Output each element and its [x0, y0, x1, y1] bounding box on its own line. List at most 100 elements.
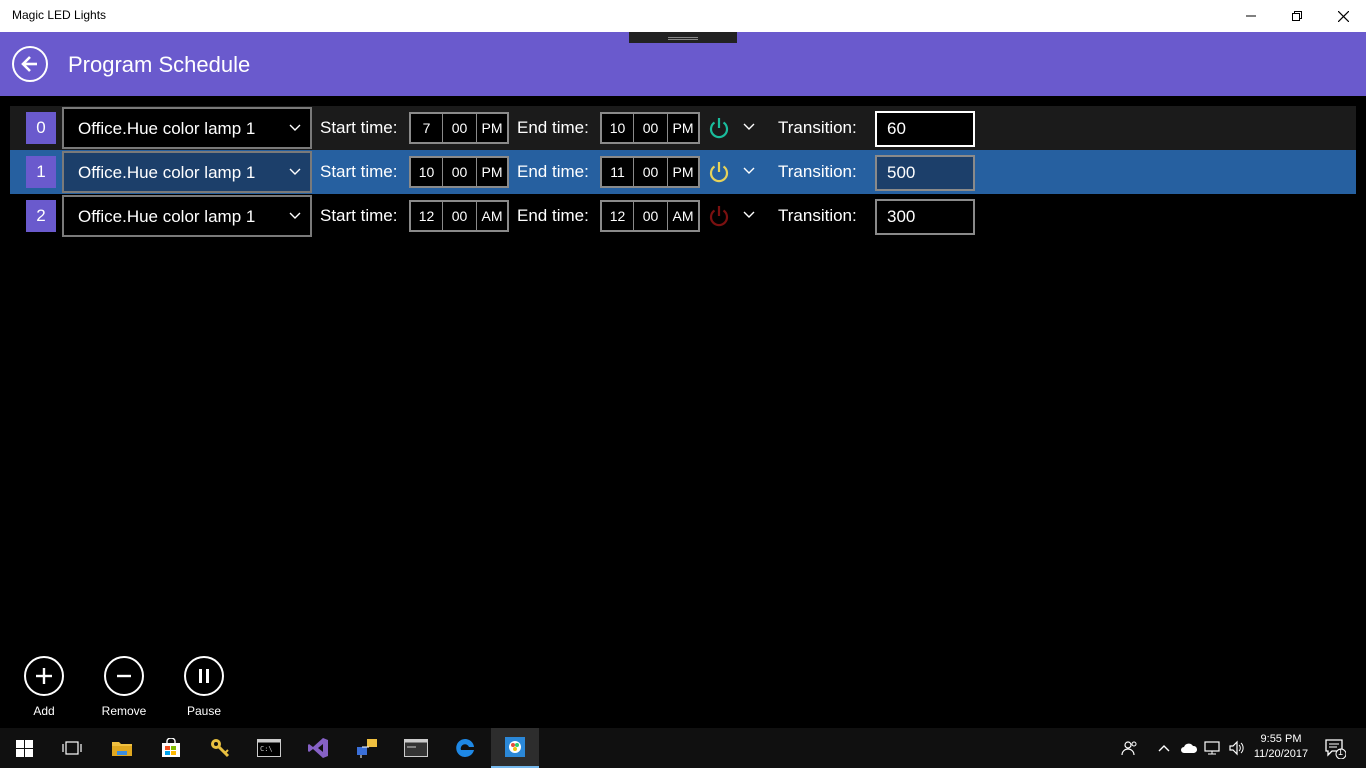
- transition-input[interactable]: [875, 111, 975, 147]
- led-app-icon: [505, 737, 525, 757]
- chevron-down-icon: [289, 168, 301, 175]
- transition-label: Transition:: [778, 162, 857, 181]
- action-center-button[interactable]: 1: [1320, 728, 1350, 768]
- window-app-icon: [404, 739, 428, 757]
- grip-lines-icon: [668, 37, 698, 38]
- add-button[interactable]: Add: [4, 656, 84, 718]
- start-hour[interactable]: 12: [411, 202, 443, 230]
- power-chevron-down-icon[interactable]: [742, 164, 756, 178]
- plus-icon: [36, 668, 52, 684]
- tablet-drag-handle[interactable]: [629, 32, 737, 43]
- start-time-label: Start time:: [320, 162, 398, 181]
- start-button[interactable]: [0, 728, 48, 768]
- taskbar-network-app[interactable]: [343, 728, 391, 768]
- schedule-row[interactable]: 1 Office.Hue color lamp 1 Start time: 10…: [10, 150, 1356, 194]
- taskbar-edge-browser[interactable]: [441, 728, 489, 768]
- end-minute[interactable]: 00: [634, 114, 668, 142]
- schedule-row[interactable]: 2 Office.Hue color lamp 1 Start time: 12…: [10, 194, 1356, 238]
- end-period[interactable]: PM: [668, 158, 698, 186]
- notification-count: 1: [1338, 747, 1344, 757]
- end-time-picker[interactable]: 10 00 PM: [600, 112, 700, 144]
- end-time-label: End time:: [517, 118, 589, 137]
- network-icon: [1204, 741, 1220, 755]
- end-hour[interactable]: 10: [602, 114, 634, 142]
- pause-button[interactable]: Pause: [164, 656, 244, 718]
- taskbar-command-prompt[interactable]: C:\: [245, 728, 293, 768]
- pause-label: Pause: [186, 704, 222, 718]
- tray-show-hidden-icons[interactable]: [1154, 728, 1174, 768]
- windows-logo-icon: [15, 739, 33, 757]
- start-period[interactable]: PM: [477, 158, 507, 186]
- chevron-up-icon: [1158, 745, 1170, 752]
- restore-button[interactable]: [1274, 0, 1320, 32]
- taskbar-visual-studio[interactable]: [294, 728, 342, 768]
- back-button[interactable]: [12, 46, 48, 82]
- start-minute[interactable]: 00: [443, 158, 477, 186]
- taskbar: C:\ 9:55 PM 11/20/2017 1: [0, 728, 1366, 768]
- people-icon: [1121, 741, 1137, 756]
- transition-label: Transition:: [778, 206, 857, 225]
- start-period[interactable]: AM: [477, 202, 507, 230]
- tray-network[interactable]: [1202, 728, 1224, 768]
- taskbar-console-window[interactable]: [392, 728, 440, 768]
- schedule-row[interactable]: 0 Office.Hue color lamp 1 Start time: 7 …: [10, 106, 1356, 150]
- start-time-picker[interactable]: 10 00 PM: [409, 156, 509, 188]
- task-view-icon: [62, 741, 82, 755]
- device-dropdown[interactable]: Office.Hue color lamp 1: [62, 195, 312, 237]
- start-time-picker[interactable]: 12 00 AM: [409, 200, 509, 232]
- minimize-button[interactable]: [1228, 0, 1274, 32]
- page-title: Program Schedule: [68, 52, 251, 77]
- transition-label: Transition:: [778, 118, 857, 137]
- power-chevron-down-icon[interactable]: [742, 120, 756, 134]
- end-time-label: End time:: [517, 206, 589, 225]
- store-bag-icon: [162, 738, 180, 757]
- end-time-picker[interactable]: 12 00 AM: [600, 200, 700, 232]
- network-computers-icon: [357, 739, 377, 758]
- end-minute[interactable]: 00: [634, 158, 668, 186]
- end-hour[interactable]: 11: [602, 158, 634, 186]
- transition-input[interactable]: [875, 155, 975, 191]
- taskbar-magic-led-lights[interactable]: [491, 728, 539, 768]
- end-minute[interactable]: 00: [634, 202, 668, 230]
- taskbar-file-explorer[interactable]: [98, 728, 146, 768]
- device-dropdown[interactable]: Office.Hue color lamp 1: [62, 151, 312, 193]
- start-minute[interactable]: 00: [443, 114, 477, 142]
- visual-studio-icon: [308, 738, 328, 758]
- power-chevron-down-icon[interactable]: [742, 208, 756, 222]
- start-time-picker[interactable]: 7 00 PM: [409, 112, 509, 144]
- start-hour[interactable]: 10: [411, 158, 443, 186]
- device-dropdown[interactable]: Office.Hue color lamp 1: [62, 107, 312, 149]
- taskbar-keys-app[interactable]: [196, 728, 244, 768]
- chevron-down-icon: [289, 212, 301, 219]
- edge-icon: [456, 738, 474, 757]
- restore-icon: [1292, 11, 1302, 21]
- end-hour[interactable]: 12: [602, 202, 634, 230]
- start-minute[interactable]: 00: [443, 202, 477, 230]
- tray-onedrive[interactable]: [1178, 728, 1200, 768]
- power-icon[interactable]: [707, 160, 731, 184]
- end-time-picker[interactable]: 11 00 PM: [600, 156, 700, 188]
- remove-button[interactable]: Remove: [84, 656, 164, 718]
- task-view-button[interactable]: [48, 728, 96, 768]
- end-period[interactable]: AM: [668, 202, 698, 230]
- power-icon[interactable]: [707, 116, 731, 140]
- start-hour[interactable]: 7: [411, 114, 443, 142]
- folder-icon: [112, 742, 132, 756]
- close-button[interactable]: [1320, 0, 1366, 32]
- row-index: 2: [26, 200, 56, 232]
- row-index: 0: [26, 112, 56, 144]
- minimize-icon: [1246, 15, 1256, 17]
- taskbar-store[interactable]: [147, 728, 195, 768]
- start-time-label: Start time:: [320, 206, 398, 225]
- power-icon[interactable]: [707, 204, 731, 228]
- start-period[interactable]: PM: [477, 114, 507, 142]
- start-time-label: Start time:: [320, 118, 398, 137]
- taskbar-clock[interactable]: 9:55 PM 11/20/2017: [1244, 732, 1318, 762]
- minus-icon: [117, 674, 131, 678]
- clock-time: 9:55 PM: [1260, 733, 1302, 745]
- tray-people-button[interactable]: [1118, 728, 1142, 768]
- keys-icon: [211, 739, 230, 758]
- device-name: Office.Hue color lamp 1: [78, 207, 256, 226]
- transition-input[interactable]: [875, 199, 975, 235]
- end-period[interactable]: PM: [668, 114, 698, 142]
